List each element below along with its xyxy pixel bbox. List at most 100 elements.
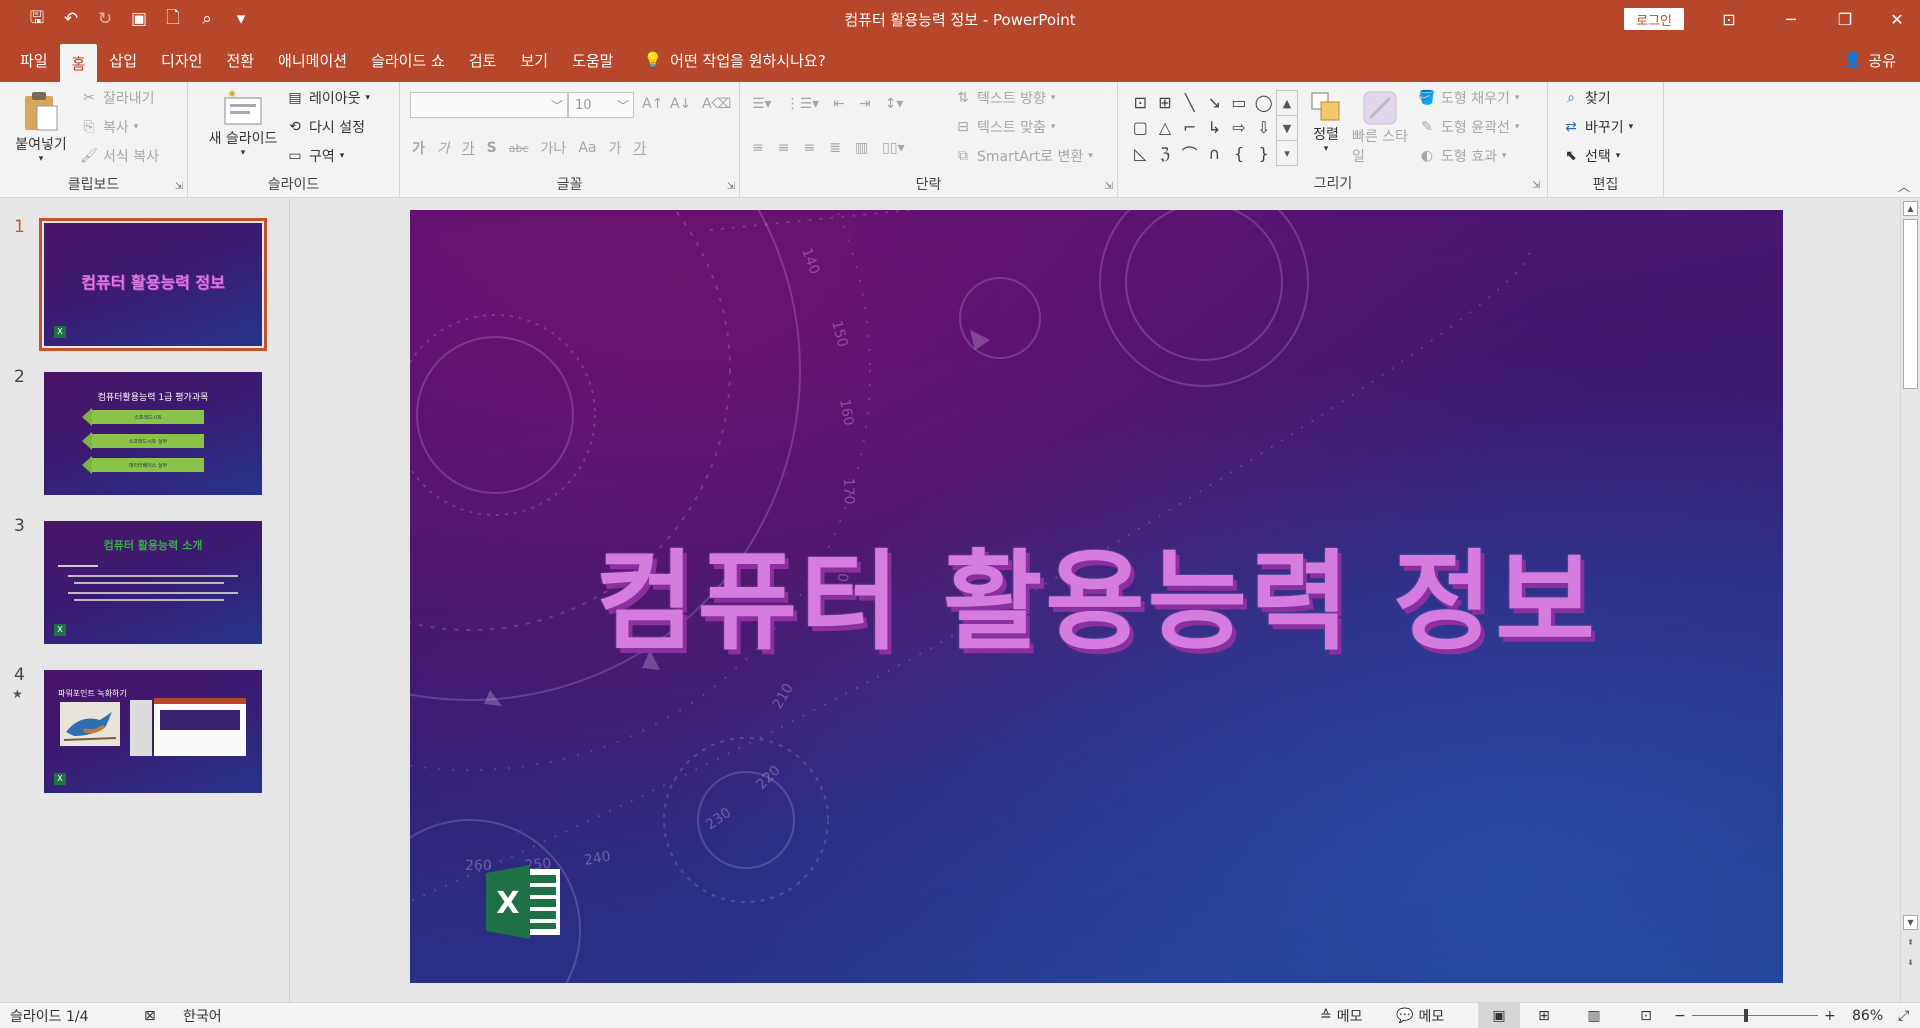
- ribbon-display-options-icon[interactable]: ⊡: [1706, 0, 1752, 38]
- new-slide-button[interactable]: ✷ 새 슬라이드 ▾: [198, 88, 288, 158]
- paste-button[interactable]: 붙여넣기 ▾: [10, 90, 72, 164]
- copy-button[interactable]: ⎘ 복사 ▾: [80, 117, 138, 137]
- notes-button[interactable]: ≙ 메모: [1320, 1003, 1363, 1028]
- line-icon[interactable]: ╲: [1177, 90, 1202, 115]
- zoom-in-icon[interactable]: +: [1824, 1003, 1836, 1028]
- quick-styles-button[interactable]: 빠른 스타일: [1352, 90, 1408, 166]
- zoom-slider-track[interactable]: [1692, 1015, 1818, 1016]
- clipboard-launcher-icon[interactable]: ⇲: [175, 181, 183, 192]
- scribble-icon[interactable]: ℨ: [1153, 141, 1178, 166]
- increase-font-button[interactable]: A↑: [642, 95, 663, 113]
- next-slide-icon[interactable]: ⇟: [1903, 955, 1918, 970]
- distribute-icon[interactable]: ▥: [855, 140, 868, 156]
- decrease-indent-icon[interactable]: ⇤: [833, 96, 845, 112]
- gallery-more-icon[interactable]: ▾: [1277, 141, 1297, 165]
- italic-button[interactable]: 가: [437, 138, 450, 158]
- section-button[interactable]: ▭ 구역 ▾: [286, 146, 344, 166]
- restore-button[interactable]: ❐: [1822, 0, 1868, 38]
- reset-button[interactable]: ⟲ 다시 설정: [286, 117, 365, 137]
- rounded-rect-icon[interactable]: ▢: [1128, 115, 1153, 140]
- fit-slide-icon[interactable]: ⤢: [1898, 1003, 1909, 1028]
- slide-thumbnail-4[interactable]: 파워포인트 녹화하기 X: [44, 670, 262, 793]
- slideshow-view-icon[interactable]: ⊡: [1630, 1003, 1662, 1028]
- font-launcher-icon[interactable]: ⇲: [727, 181, 735, 192]
- slide-thumbnail-2[interactable]: 컴퓨터활용능력 1급 평가과목 스프레드시트 스프레드시트 실무 데이터베이스 …: [44, 372, 262, 495]
- slide-title[interactable]: 컴퓨터 활용능력 정보: [410, 515, 1783, 671]
- drawing-launcher-icon[interactable]: ⇲: [1532, 180, 1540, 191]
- oval-icon[interactable]: ◯: [1251, 90, 1276, 115]
- language-indicator[interactable]: 한국어: [183, 1003, 222, 1028]
- arrow-line-icon[interactable]: ↘: [1202, 90, 1227, 115]
- normal-view-icon[interactable]: ▣: [1478, 1003, 1520, 1028]
- save-icon[interactable]: 🖫: [22, 4, 52, 34]
- tab-file[interactable]: 파일: [0, 38, 60, 82]
- strikethrough-button[interactable]: abc: [509, 142, 529, 155]
- triangle-icon[interactable]: △: [1153, 115, 1178, 140]
- paragraph-launcher-icon[interactable]: ⇲: [1105, 181, 1113, 192]
- vertical-textbox-icon[interactable]: ⊞: [1153, 90, 1178, 115]
- find-button[interactable]: ⌕ 찾기: [1562, 88, 1611, 108]
- shapes-gallery[interactable]: ⊡ ⊞ ╲ ↘ ▭ ◯ ▢ △ ⌐ ↳ ⇨ ⇩ ◺ ℨ ⌒ ∩ { }: [1128, 90, 1276, 166]
- tell-me-box[interactable]: 💡 어떤 작업을 원하시나요?: [625, 38, 825, 82]
- replace-button[interactable]: ⇄ 바꾸기 ▾: [1562, 117, 1633, 137]
- tab-review[interactable]: 검토: [457, 38, 509, 82]
- spellcheck-icon[interactable]: ⊠: [144, 1003, 156, 1028]
- print-preview-icon[interactable]: ⌕: [192, 4, 222, 34]
- cut-button[interactable]: ✂ 잘라내기: [80, 88, 154, 108]
- right-arrow-icon[interactable]: ⇨: [1227, 115, 1252, 140]
- comments-button[interactable]: 💬 메모: [1396, 1003, 1444, 1028]
- elbow-connector-icon[interactable]: ⌐: [1177, 115, 1202, 140]
- vertical-scrollbar[interactable]: ▲ ▼ ⇞ ⇟: [1900, 199, 1920, 1002]
- scroll-down-icon[interactable]: ▼: [1903, 915, 1918, 930]
- zoom-level[interactable]: 86%: [1852, 1003, 1883, 1028]
- undo-icon[interactable]: ↶: [56, 4, 86, 34]
- freeform-icon[interactable]: ◺: [1128, 141, 1153, 166]
- tab-home[interactable]: 홈: [59, 44, 98, 82]
- scroll-thumb[interactable]: [1903, 219, 1918, 389]
- text-direction-button[interactable]: ⇅ 텍스트 방향 ▾: [954, 88, 1055, 108]
- align-left-icon[interactable]: ≡: [752, 140, 764, 156]
- smartart-button[interactable]: ⧉ SmartArt로 변환 ▾: [954, 146, 1093, 166]
- tab-transitions[interactable]: 전환: [214, 38, 266, 82]
- numbering-icon[interactable]: ⋮☰▾: [786, 96, 820, 112]
- close-button[interactable]: ✕: [1874, 0, 1920, 38]
- arc-icon[interactable]: ⌒: [1177, 141, 1202, 166]
- redo-icon[interactable]: ↻: [90, 4, 120, 34]
- clear-format-button[interactable]: A⌫: [702, 95, 731, 113]
- columns-icon[interactable]: ▯▯▾: [882, 140, 904, 156]
- gallery-down-icon[interactable]: ▼: [1277, 116, 1297, 141]
- gallery-up-icon[interactable]: ▲: [1277, 91, 1297, 116]
- slide-sorter-icon[interactable]: ⊞: [1528, 1003, 1560, 1028]
- bullets-icon[interactable]: ☰▾: [752, 96, 772, 112]
- select-button[interactable]: ⬉ 선택 ▾: [1562, 146, 1620, 166]
- layout-button[interactable]: ▤ 레이아웃 ▾: [286, 88, 370, 108]
- scroll-up-icon[interactable]: ▲: [1903, 201, 1918, 216]
- slide-thumbnail-3[interactable]: 컴퓨터 활용능력 소개 X: [44, 521, 262, 644]
- customize-qat-icon[interactable]: ▾: [226, 4, 256, 34]
- zoom-slider-thumb[interactable]: [1744, 1009, 1749, 1022]
- down-arrow-icon[interactable]: ⇩: [1251, 115, 1276, 140]
- increase-indent-icon[interactable]: ⇥: [859, 96, 871, 112]
- tab-animations[interactable]: 애니메이션: [266, 38, 359, 82]
- shape-effects-button[interactable]: ◐ 도형 효과 ▾: [1418, 146, 1507, 166]
- tab-help[interactable]: 도움말: [560, 38, 625, 82]
- login-button[interactable]: 로그인: [1624, 8, 1684, 30]
- char-spacing-button[interactable]: 가나: [541, 138, 567, 158]
- underline-button[interactable]: 가: [462, 138, 475, 158]
- left-brace-icon[interactable]: {: [1227, 141, 1252, 166]
- right-brace-icon[interactable]: }: [1251, 141, 1276, 166]
- previous-slide-icon[interactable]: ⇞: [1903, 935, 1918, 950]
- align-right-icon[interactable]: ≡: [803, 140, 815, 156]
- shadow-button[interactable]: S: [487, 140, 497, 156]
- curve-icon[interactable]: ∩: [1202, 141, 1227, 166]
- justify-icon[interactable]: ≣: [829, 140, 841, 156]
- decrease-font-button[interactable]: A↓: [670, 95, 691, 113]
- current-slide[interactable]: 140 150 160 170 180 220 230 240 250 260 …: [410, 210, 1783, 983]
- change-case-button[interactable]: Aa: [578, 140, 596, 156]
- elbow-arrow-icon[interactable]: ↳: [1202, 115, 1227, 140]
- minimize-button[interactable]: ─: [1768, 0, 1814, 38]
- reading-view-icon[interactable]: ▥: [1578, 1003, 1610, 1028]
- new-file-icon[interactable]: 🗋: [158, 4, 188, 34]
- shape-outline-button[interactable]: ✎ 도형 윤곽선 ▾: [1418, 117, 1519, 137]
- arrange-button[interactable]: 정렬 ▾: [1304, 90, 1348, 154]
